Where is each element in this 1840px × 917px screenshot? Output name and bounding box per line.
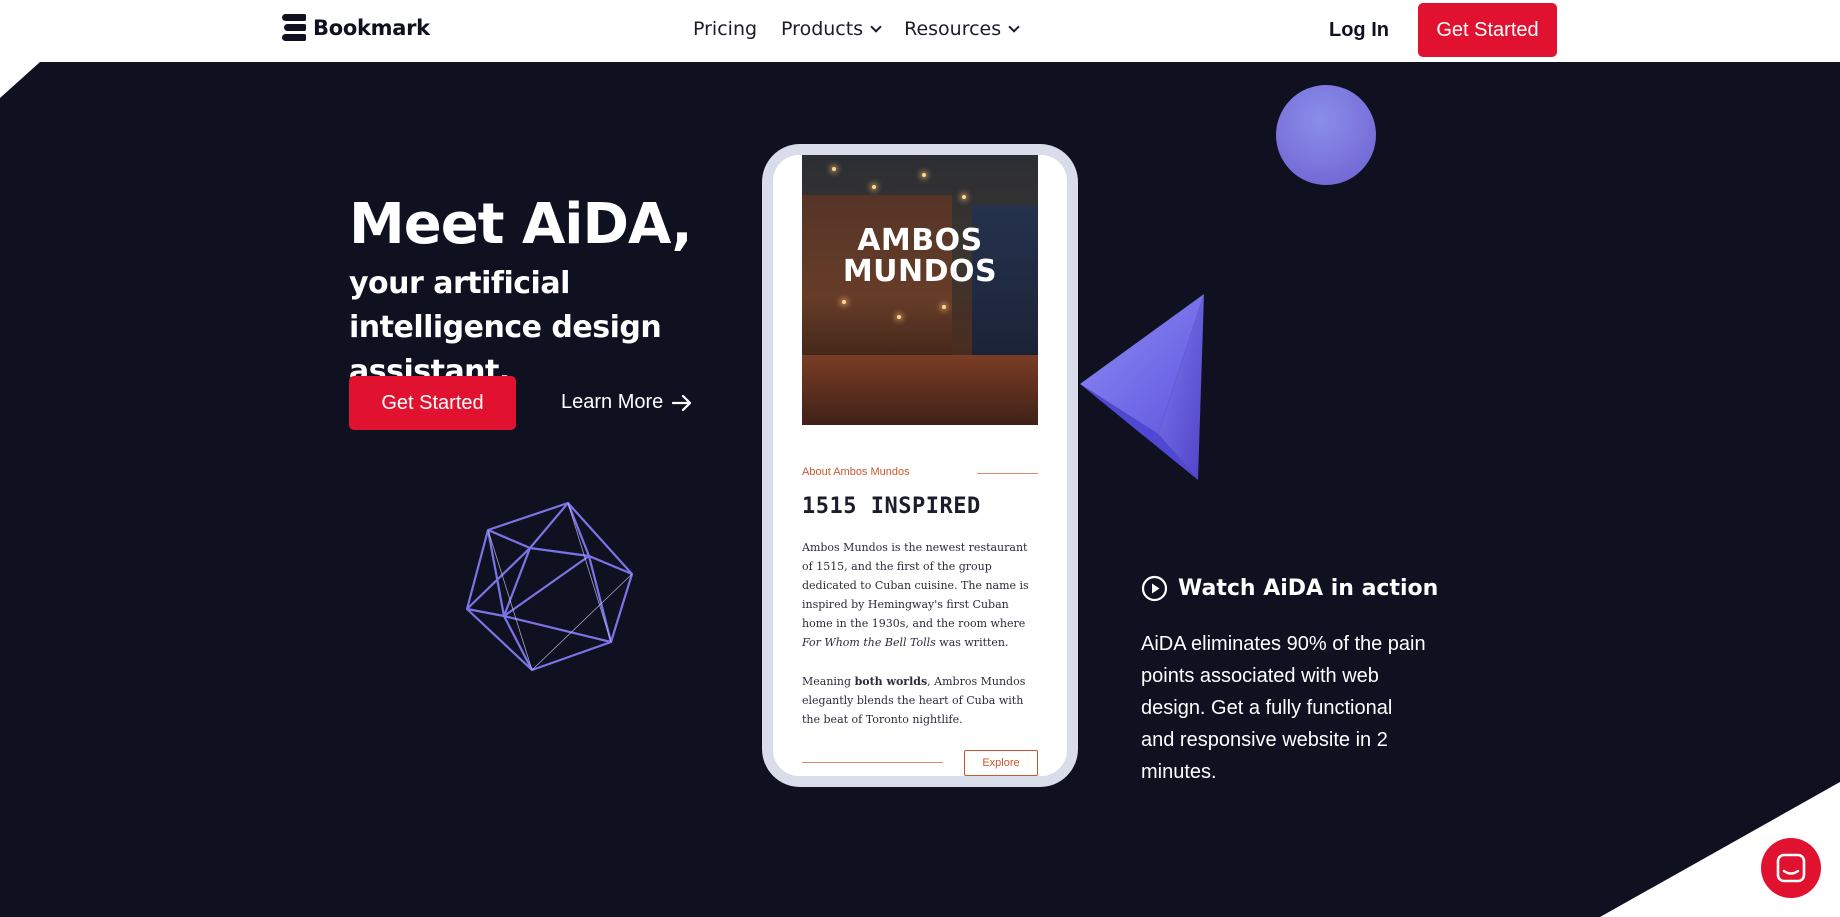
learn-more-link[interactable]: Learn More	[561, 391, 692, 414]
chevron-down-icon	[1008, 21, 1020, 33]
logo[interactable]: Bookmark	[282, 14, 430, 41]
nav-link-label: Pricing	[693, 18, 758, 40]
nav-link-products[interactable]: Products	[781, 18, 882, 40]
wireframe-icosahedron-icon	[465, 501, 634, 672]
nav-links: Pricing Products Resources	[693, 18, 1020, 40]
explore-button[interactable]: Explore	[964, 750, 1038, 776]
nav-link-label: Resources	[904, 18, 1002, 40]
bookmark-logo-icon	[282, 14, 306, 41]
about-label: About Ambos Mundos	[802, 466, 910, 478]
chat-icon	[1776, 853, 1806, 883]
decorative-pyramid	[1080, 294, 1204, 480]
chevron-down-icon	[870, 21, 882, 33]
nav-link-resources[interactable]: Resources	[904, 18, 1020, 40]
phone-heading: 1515 INSPIRED	[802, 494, 981, 519]
decorative-sphere	[1276, 85, 1376, 185]
divider	[802, 762, 943, 763]
learn-more-label: Learn More	[561, 391, 664, 413]
nav-link-pricing[interactable]: Pricing	[693, 18, 757, 40]
restaurant-photo: AMBOS MUNDOS	[802, 155, 1038, 425]
hero-section: Meet AiDA, your artificial intelligence …	[0, 62, 1840, 917]
top-nav: Bookmark Pricing Products Resources Log …	[0, 0, 1840, 62]
phone-paragraph: Meaning both worlds, Ambros Mundos elega…	[802, 675, 1026, 726]
play-circle-icon	[1141, 575, 1168, 602]
phone-screen: AMBOS MUNDOS About Ambos Mundos 1515 INS…	[773, 155, 1067, 776]
nav-link-label: Products	[781, 18, 864, 40]
arrow-right-icon	[672, 394, 692, 411]
photo-title: AMBOS MUNDOS	[842, 223, 998, 289]
hero-subhead: your artificial intelligence design assi…	[349, 266, 662, 389]
logo-text: Bookmark	[313, 15, 430, 40]
watch-label: Watch AiDA in action	[1178, 576, 1439, 601]
hero-get-started-button[interactable]: Get Started	[349, 376, 516, 430]
hero-headline: Meet AiDA,	[349, 192, 693, 257]
nav-get-started-button[interactable]: Get Started	[1418, 3, 1557, 57]
chat-launcher-button[interactable]	[1761, 838, 1821, 898]
phone-mockup: AMBOS MUNDOS About Ambos Mundos 1515 INS…	[762, 144, 1078, 787]
login-link[interactable]: Log In	[1329, 19, 1389, 42]
phone-paragraph: Ambos Mundos is the newest restaurant of…	[802, 541, 1029, 649]
watch-description: AiDA eliminates 90% of the pain points a…	[1141, 633, 1426, 783]
divider	[977, 473, 1038, 474]
watch-video-link[interactable]: Watch AiDA in action	[1141, 575, 1438, 602]
